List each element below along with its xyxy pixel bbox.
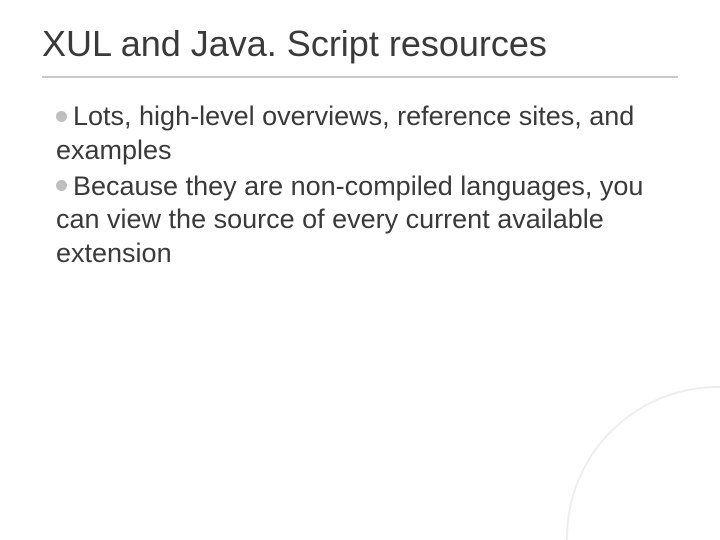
bullet-text: Because they are non-compiled languages,… [56, 171, 643, 269]
slide-title: XUL and Java. Script resources [42, 22, 678, 65]
title-underline [42, 76, 678, 78]
slide: XUL and Java. Script resources Lots, hig… [0, 0, 720, 540]
bullet-item: Because they are non-compiled languages,… [56, 170, 664, 271]
bullet-icon [56, 180, 67, 191]
bullet-icon [56, 111, 67, 122]
bullet-text: Lots, high-level overviews, reference si… [56, 101, 634, 165]
bullet-item: Lots, high-level overviews, reference si… [56, 100, 664, 168]
slide-body: Lots, high-level overviews, reference si… [56, 100, 664, 273]
decorative-circle [566, 386, 720, 540]
